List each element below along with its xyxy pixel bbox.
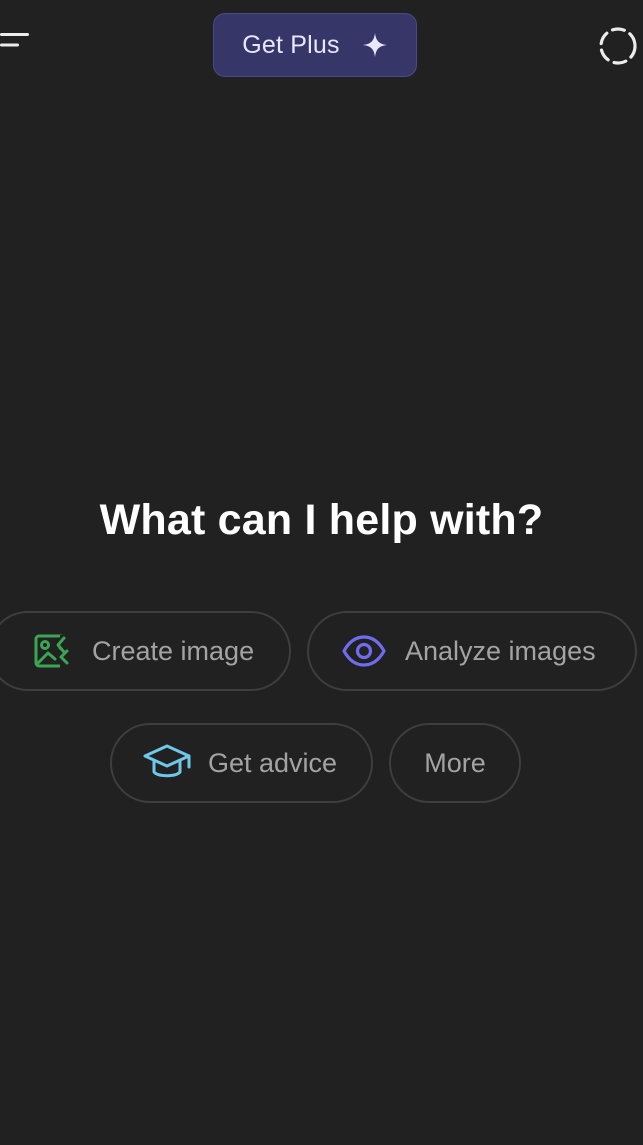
graduation-cap-icon: [143, 744, 191, 778]
create-image-label: Create image: [92, 635, 255, 666]
temporary-chat-button[interactable]: [597, 25, 639, 67]
app-screen: Get Plus What can I help with? Create im…: [0, 0, 643, 1145]
hamburger-menu-icon: [0, 33, 29, 47]
get-plus-button[interactable]: Get Plus: [213, 13, 417, 77]
menu-button[interactable]: [0, 28, 34, 62]
get-advice-chip[interactable]: Get advice: [110, 723, 373, 803]
sparkle-icon: [362, 33, 387, 57]
get-plus-label: Get Plus: [242, 30, 340, 59]
dashed-circle-icon: [599, 27, 637, 65]
more-label: More: [424, 747, 486, 778]
analyze-images-chip[interactable]: Analyze images: [307, 611, 637, 691]
get-advice-label: Get advice: [208, 747, 338, 778]
image-create-icon: [34, 634, 71, 668]
create-image-chip[interactable]: Create image: [0, 611, 291, 691]
eye-icon: [342, 635, 386, 667]
analyze-images-label: Analyze images: [405, 635, 596, 666]
page-title: What can I help with?: [99, 496, 544, 544]
more-chip[interactable]: More: [389, 723, 521, 803]
